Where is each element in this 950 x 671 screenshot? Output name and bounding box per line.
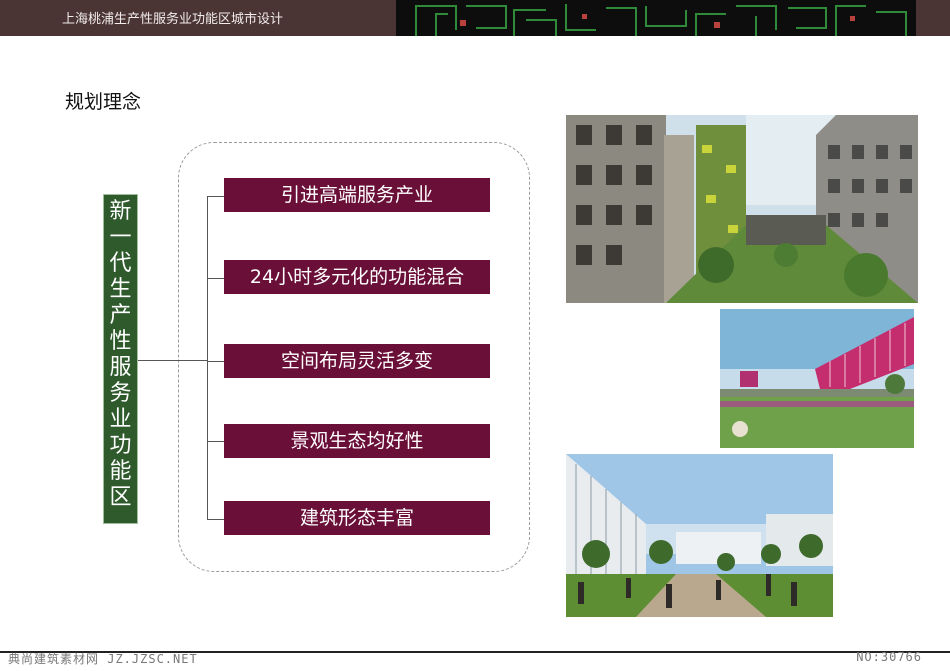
connector-branch-3 (207, 361, 225, 362)
footer-watermark: 典尚建筑素材网 JZ.JZSC.NET (8, 652, 198, 666)
concept-item: 景观生态均好性 (224, 424, 490, 458)
concept-item: 空间布局灵活多变 (224, 344, 490, 378)
connector-branch-2 (207, 278, 225, 279)
connector-branch-4 (207, 441, 225, 442)
concept-item: 引进高端服务产业 (224, 178, 490, 212)
site-plan-banner-image (396, 0, 916, 36)
section-heading: 规划理念 (65, 91, 142, 113)
concept-item: 建筑形态丰富 (224, 501, 490, 535)
center-label: 新一代生产性服务业功能区 (109, 199, 132, 510)
page-number: NO:30766 (856, 650, 922, 664)
document-title: 上海桃浦生产性服务业功能区城市设计 (62, 12, 284, 27)
campus-rendering-image (566, 454, 833, 617)
connector-horizontal (138, 360, 208, 361)
connector-vertical (207, 196, 208, 520)
courtyard-rendering-image (566, 115, 918, 303)
connector-branch-5 (207, 519, 225, 520)
center-label-box: 新一代生产性服务业功能区 (103, 194, 138, 524)
header-bar-end (916, 0, 950, 36)
connector-branch-1 (207, 196, 225, 197)
pink-building-rendering-image (720, 309, 914, 448)
concept-item: 24小时多元化的功能混合 (224, 260, 490, 294)
